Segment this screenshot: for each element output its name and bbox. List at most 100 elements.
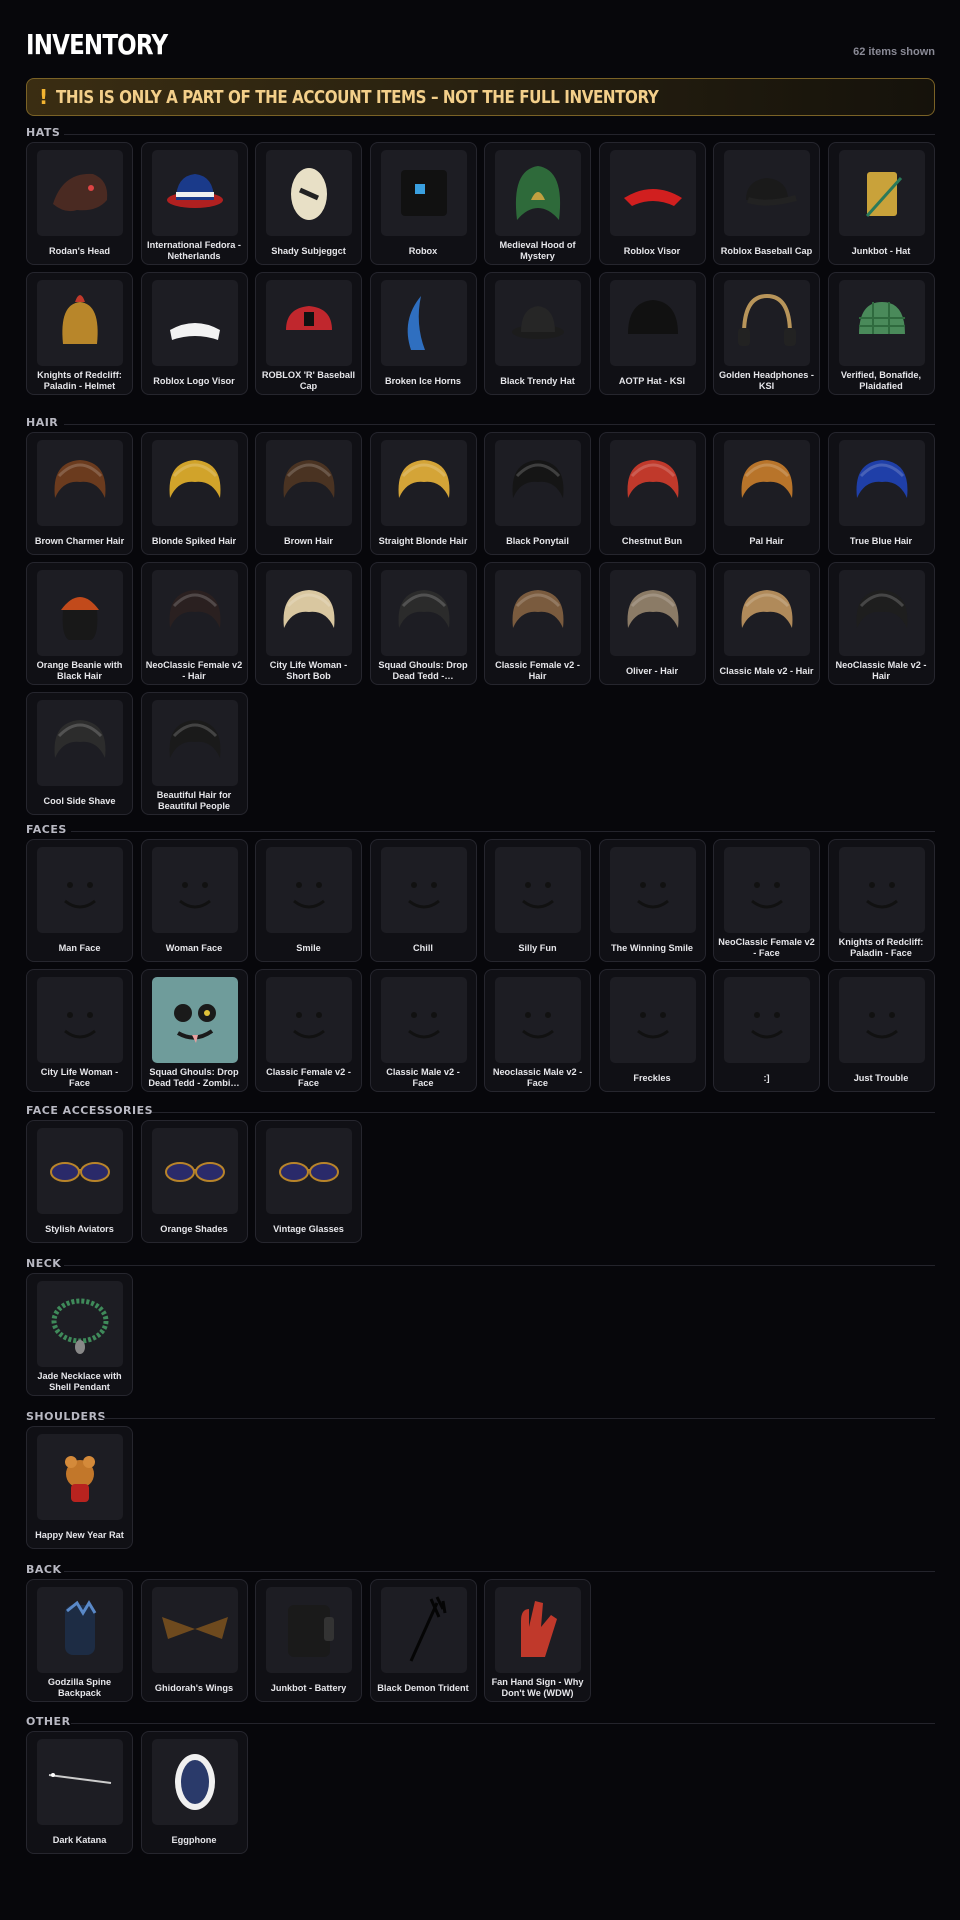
- item-card[interactable]: Rodan's Head: [26, 142, 133, 265]
- item-card[interactable]: Chestnut Bun: [598, 432, 706, 555]
- item-card[interactable]: Pal Hair: [713, 432, 820, 555]
- item-card[interactable]: Oliver - Hair: [598, 562, 706, 685]
- item-name: Medieval Hood of Mystery: [499, 240, 576, 261]
- item-card[interactable]: Orange Beanie with Black Hair: [26, 562, 133, 685]
- item-card[interactable]: Godzilla Spine Backpack: [26, 1579, 133, 1702]
- item-card[interactable]: Knights of Redcliff: Paladin - Helmet: [26, 272, 133, 395]
- hair-icon: [495, 440, 581, 526]
- item-card[interactable]: :]: [713, 969, 820, 1092]
- items-count: 62 items shown: [853, 46, 935, 58]
- item-card[interactable]: Brown Charmer Hair: [26, 432, 133, 555]
- item-name: Blonde Spiked Hair: [151, 535, 237, 546]
- item-card[interactable]: Man Face: [26, 839, 133, 962]
- item-card[interactable]: Blonde Spiked Hair: [140, 432, 248, 555]
- item-card[interactable]: ROBLOX 'R' Baseball Cap: [255, 272, 362, 395]
- item-card[interactable]: Robox: [369, 142, 477, 265]
- header: INVENTORY 62 items shown: [26, 28, 935, 62]
- item-name: Classic Male v2 - Hair: [719, 665, 814, 676]
- item-card[interactable]: Roblox Baseball Cap: [713, 142, 820, 265]
- section-label: BACK: [26, 1563, 62, 1576]
- item-card[interactable]: Classic Male v2 - Hair: [713, 562, 820, 685]
- face-icon: [151, 847, 238, 933]
- item-card[interactable]: AOTP Hat - KSI: [598, 272, 706, 395]
- wings-icon: [151, 1587, 238, 1673]
- cap-icon: [724, 150, 810, 236]
- item-card[interactable]: Silly Fun: [484, 839, 591, 962]
- item-name: Freckles: [633, 1072, 671, 1083]
- item-name: Happy New Year Rat: [35, 1529, 124, 1540]
- item-card[interactable]: Knights of Redcliff: Paladin - Face: [827, 839, 935, 962]
- item-card[interactable]: NeoClassic Female v2 - Face: [713, 839, 820, 962]
- section-divider: [63, 1265, 935, 1266]
- item-card[interactable]: City Life Woman - Face: [26, 969, 133, 1092]
- katana-icon: [37, 1739, 123, 1825]
- item-card[interactable]: Classic Male v2 - Face: [369, 969, 477, 1092]
- glasses-icon: [266, 1128, 352, 1214]
- item-card[interactable]: Vintage Glasses: [255, 1120, 362, 1243]
- item-card[interactable]: Black Demon Trident: [369, 1579, 477, 1702]
- item-card[interactable]: Squad Ghouls: Drop Dead Tedd -…: [369, 562, 477, 685]
- item-card[interactable]: International Fedora - Netherlands: [140, 142, 248, 265]
- helmet-icon: [37, 280, 123, 366]
- item-card[interactable]: The Winning Smile: [598, 839, 706, 962]
- item-card[interactable]: Eggphone: [140, 1731, 248, 1854]
- section-divider: [63, 424, 935, 425]
- item-name: Chill: [413, 942, 433, 953]
- item-card[interactable]: Stylish Aviators: [26, 1120, 133, 1243]
- section-label: FACES: [26, 823, 67, 836]
- item-card[interactable]: Chill: [369, 839, 477, 962]
- face-icon: [838, 977, 925, 1063]
- item-card[interactable]: Woman Face: [140, 839, 248, 962]
- item-name: Vintage Glasses: [273, 1223, 344, 1234]
- section-divider: [100, 1418, 935, 1419]
- item-name: International Fedora - Netherlands: [147, 240, 241, 261]
- item-card[interactable]: Cool Side Shave: [26, 692, 133, 815]
- item-card[interactable]: Roblox Visor: [598, 142, 706, 265]
- item-card[interactable]: Jade Necklace with Shell Pendant: [26, 1273, 133, 1396]
- item-card[interactable]: Verified, Bonafide, Plaidafied: [827, 272, 935, 395]
- item-name: NeoClassic Female v2 - Face: [718, 937, 815, 958]
- item-name: NeoClassic Male v2 - Hair: [835, 660, 927, 681]
- face-icon: [380, 847, 467, 933]
- item-card[interactable]: Freckles: [598, 969, 706, 1092]
- warning-icon: !: [39, 85, 49, 109]
- item-card[interactable]: Happy New Year Rat: [26, 1426, 133, 1549]
- item-card[interactable]: Brown Hair: [255, 432, 362, 555]
- face-icon: [495, 977, 581, 1063]
- item-name: Broken Ice Horns: [384, 375, 462, 386]
- hair-icon: [151, 440, 238, 526]
- item-card[interactable]: Just Trouble: [827, 969, 935, 1092]
- item-card[interactable]: Black Trendy Hat: [484, 272, 591, 395]
- item-card[interactable]: Ghidorah's Wings: [140, 1579, 248, 1702]
- section-divider: [63, 134, 935, 135]
- item-card[interactable]: Roblox Logo Visor: [140, 272, 248, 395]
- item-card[interactable]: Dark Katana: [26, 1731, 133, 1854]
- item-card[interactable]: Orange Shades: [140, 1120, 248, 1243]
- hair-icon: [838, 440, 925, 526]
- item-card[interactable]: Squad Ghouls: Drop Dead Tedd - Zombi…: [140, 969, 248, 1092]
- item-card[interactable]: Shady Subjeggct: [255, 142, 362, 265]
- item-name: Classic Female v2 - Hair: [495, 660, 580, 681]
- item-card[interactable]: Junkbot - Hat: [827, 142, 935, 265]
- item-card[interactable]: Black Ponytail: [484, 432, 591, 555]
- face-icon: [37, 847, 123, 933]
- trendy-hat-icon: [495, 280, 581, 366]
- item-name: Pal Hair: [749, 535, 784, 546]
- item-card[interactable]: Broken Ice Horns: [369, 272, 477, 395]
- item-card[interactable]: Golden Headphones - KSI: [713, 272, 820, 395]
- item-card[interactable]: Neoclassic Male v2 - Face: [484, 969, 591, 1092]
- item-card[interactable]: City Life Woman - Short Bob: [255, 562, 362, 685]
- item-card[interactable]: Classic Female v2 - Face: [255, 969, 362, 1092]
- item-card[interactable]: Smile: [255, 839, 362, 962]
- item-card[interactable]: Straight Blonde Hair: [369, 432, 477, 555]
- item-card[interactable]: Medieval Hood of Mystery: [484, 142, 591, 265]
- section-divider: [152, 1112, 935, 1113]
- item-card[interactable]: NeoClassic Male v2 - Hair: [827, 562, 935, 685]
- item-card[interactable]: Beautiful Hair for Beautiful People: [140, 692, 248, 815]
- item-card[interactable]: NeoClassic Female v2 - Hair: [140, 562, 248, 685]
- r-cap-icon: [266, 280, 352, 366]
- item-card[interactable]: True Blue Hair: [827, 432, 935, 555]
- item-card[interactable]: Fan Hand Sign - Why Don't We (WDW): [484, 1579, 591, 1702]
- item-card[interactable]: Classic Female v2 - Hair: [484, 562, 591, 685]
- item-card[interactable]: Junkbot - Battery: [255, 1579, 362, 1702]
